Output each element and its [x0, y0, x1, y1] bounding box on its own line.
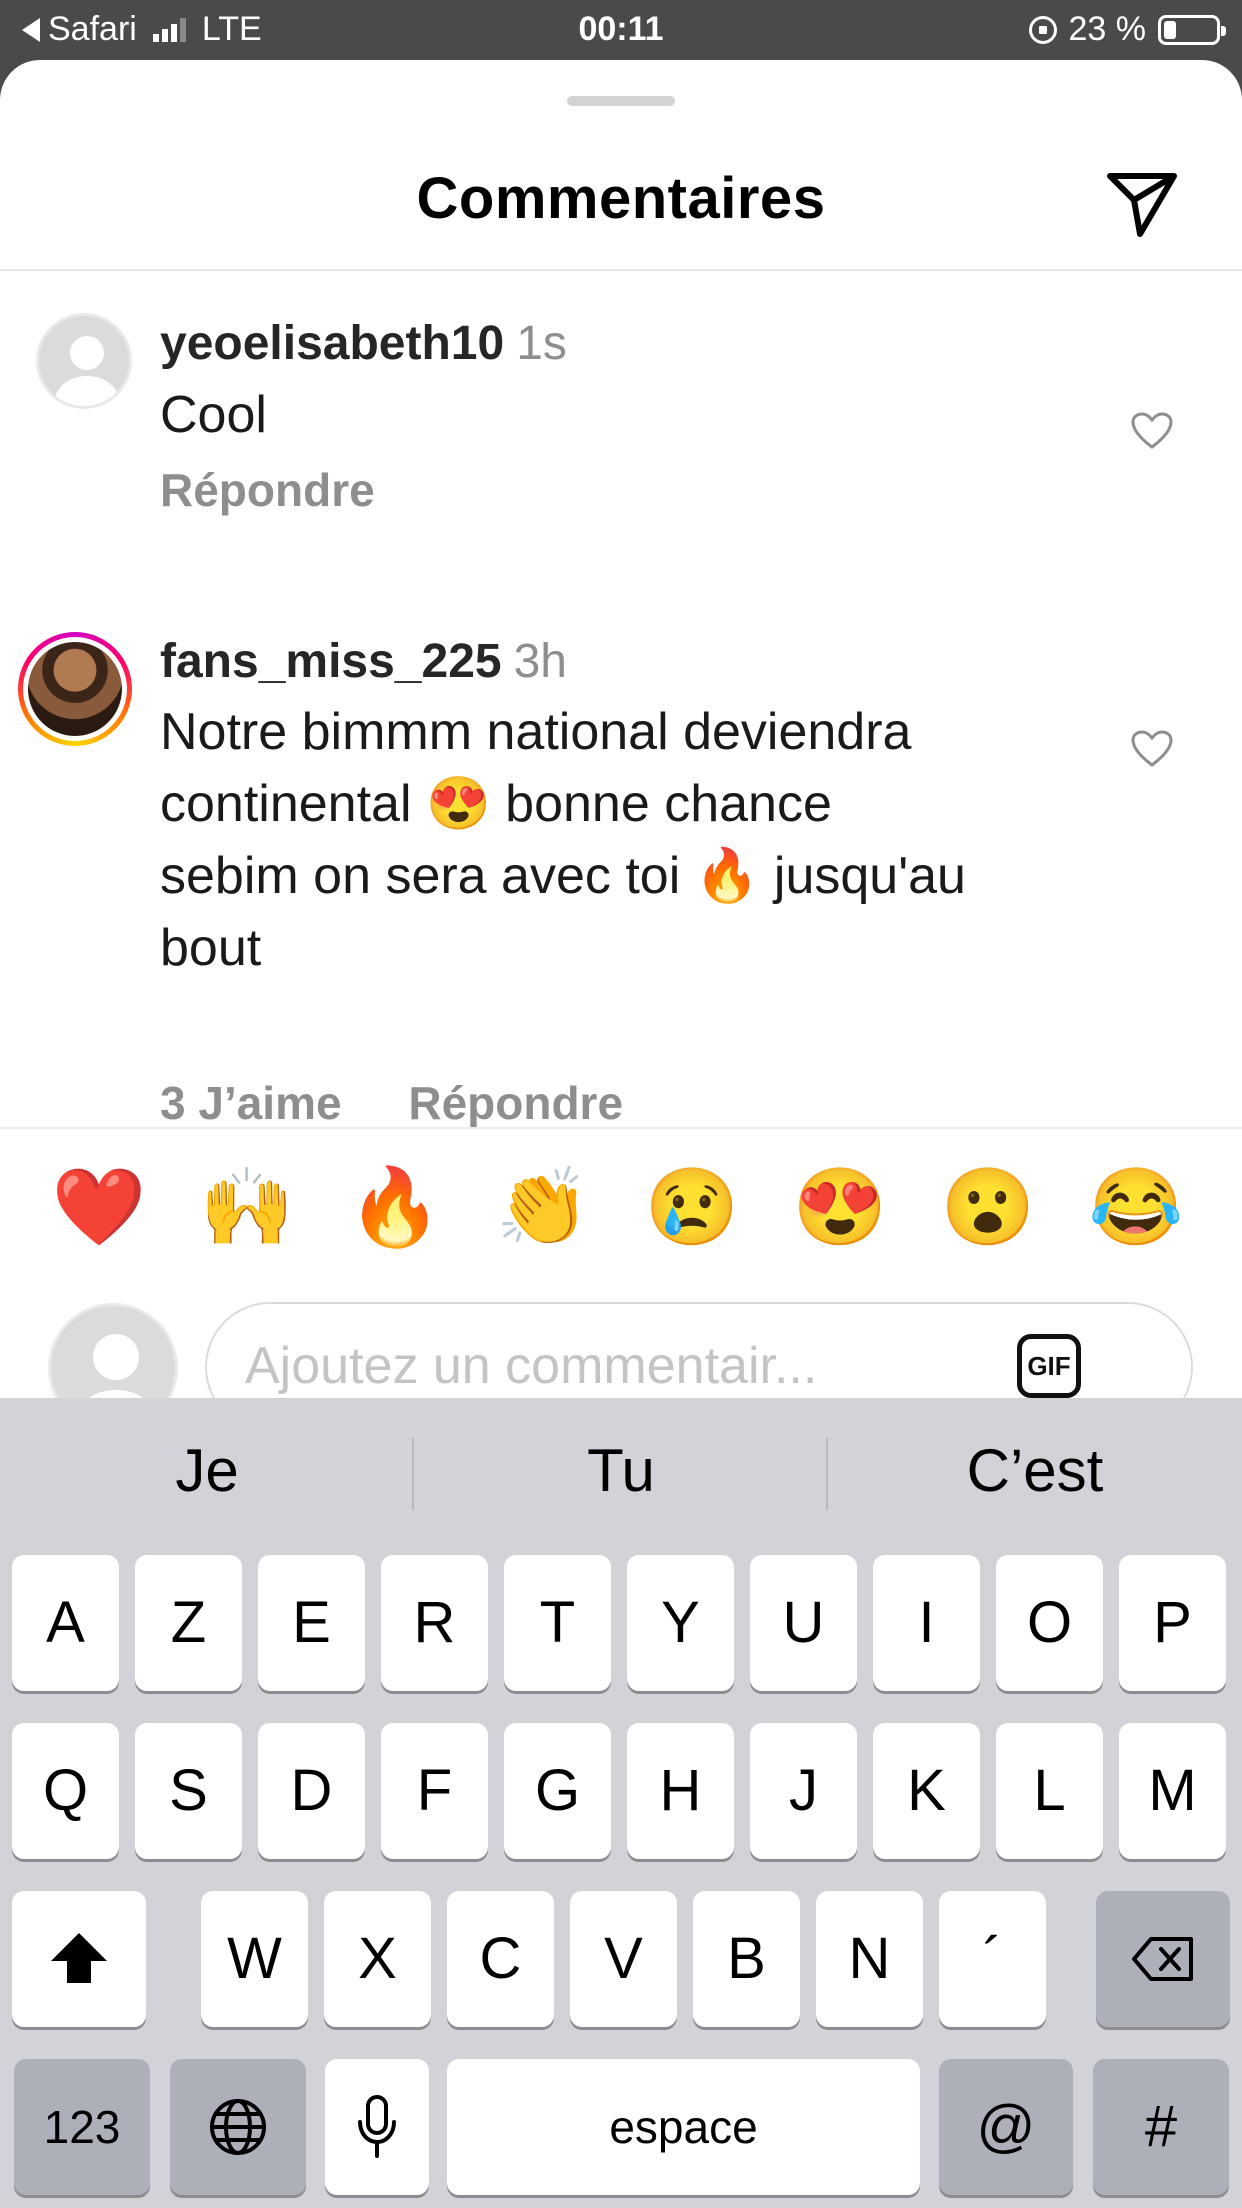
numbers-key[interactable]: 123: [14, 2059, 150, 2195]
orientation-lock-icon: [1028, 15, 1057, 44]
heart-icon[interactable]: [1130, 411, 1174, 451]
key-m[interactable]: M: [1119, 1723, 1226, 1859]
status-bar: Safari LTE 00:11 23 %: [0, 0, 1242, 60]
key-r[interactable]: R: [381, 1555, 488, 1691]
key-k[interactable]: K: [873, 1723, 980, 1859]
reply-link[interactable]: Répondre: [408, 1077, 623, 1129]
likes-count[interactable]: 3 J’aime: [160, 1077, 342, 1129]
delete-key[interactable]: [1096, 1891, 1230, 2027]
emoji-reaction-bar: ❤️ 🙌 🔥 👏 😢 😍 😮 😂: [0, 1127, 1242, 1267]
profile-photo: [28, 642, 122, 736]
comment-line: Cool: [160, 386, 267, 444]
avatar[interactable]: [36, 313, 132, 409]
avatar-with-story-ring[interactable]: [18, 632, 132, 746]
comment-item: fans_miss_225 3h Notre bimmm national dev…: [0, 632, 1242, 1132]
emoji-crying-face[interactable]: 😢: [642, 1163, 742, 1253]
comment-input[interactable]: Ajoutez un commentair... GIF: [205, 1302, 1193, 1398]
shift-arrow-icon: [51, 1933, 107, 1983]
globe-key[interactable]: [170, 2059, 306, 2195]
key-s[interactable]: S: [135, 1723, 242, 1859]
comment-text: Notre bimmm national deviendra continent…: [160, 696, 1120, 984]
comment-username[interactable]: fans_miss_225: [160, 635, 502, 688]
backspace-icon: [1132, 1937, 1193, 1981]
key-d[interactable]: D: [258, 1723, 365, 1859]
key-f[interactable]: F: [381, 1723, 488, 1859]
reply-link[interactable]: Répondre: [160, 464, 375, 516]
key-acute-accent[interactable]: ´: [939, 1891, 1046, 2027]
comment-line: continental 😍 bonne chance: [160, 775, 832, 833]
send-icon[interactable]: [1102, 168, 1182, 240]
comments-sheet: Commentaires yeoelisabeth10 1s Cool Répon…: [0, 60, 1242, 1398]
comment-line: Notre bimmm national deviendra: [160, 703, 912, 761]
dictation-key[interactable]: [325, 2059, 429, 2195]
sheet-grabber[interactable]: [567, 96, 675, 106]
key-l[interactable]: L: [996, 1723, 1103, 1859]
key-x[interactable]: X: [324, 1891, 431, 2027]
key-j[interactable]: J: [750, 1723, 857, 1859]
comment-time: 1s: [516, 317, 567, 370]
battery-percentage: 23 %: [1068, 10, 1147, 48]
key-e[interactable]: E: [258, 1555, 365, 1691]
battery-icon: [1158, 14, 1226, 45]
sheet-title: Commentaires: [416, 166, 826, 231]
emoji-surprised-face[interactable]: 😮: [938, 1163, 1038, 1253]
predictive-bar: Je Tu C’est: [0, 1398, 1242, 1548]
comment-line: sebim on sera avec toi 🔥 jusqu'au: [160, 847, 966, 905]
suggestion-3[interactable]: C’est: [828, 1436, 1242, 1505]
comment-line: bout: [160, 919, 262, 977]
hash-key[interactable]: #: [1093, 2059, 1229, 2195]
key-p[interactable]: P: [1119, 1555, 1226, 1691]
key-t[interactable]: T: [504, 1555, 611, 1691]
suggestion-2[interactable]: Tu: [414, 1436, 828, 1505]
key-y[interactable]: Y: [627, 1555, 734, 1691]
comment-text: Cool: [160, 379, 1120, 451]
keyboard: Je Tu C’est A Z E R T Y U I O P Q S D F …: [0, 1398, 1242, 2208]
emoji-tears-of-joy[interactable]: 😂: [1086, 1163, 1186, 1253]
space-key[interactable]: espace: [447, 2059, 920, 2195]
comment-composer: Ajoutez un commentair... GIF: [0, 1267, 1242, 1398]
globe-icon: [210, 2099, 266, 2155]
comment-item: yeoelisabeth10 1s Cool Répondre: [0, 313, 1242, 593]
gif-button[interactable]: GIF: [1017, 1334, 1081, 1398]
key-a[interactable]: A: [12, 1555, 119, 1691]
emoji-heart[interactable]: ❤️: [49, 1163, 149, 1253]
at-key[interactable]: @: [939, 2059, 1073, 2195]
heart-icon[interactable]: [1130, 729, 1174, 769]
header-divider: [0, 269, 1242, 271]
battery-level: [1164, 20, 1176, 39]
own-avatar: [48, 1303, 178, 1398]
key-g[interactable]: G: [504, 1723, 611, 1859]
emoji-heart-eyes[interactable]: 😍: [790, 1163, 890, 1253]
key-u[interactable]: U: [750, 1555, 857, 1691]
suggestion-1[interactable]: Je: [0, 1436, 414, 1505]
microphone-icon: [358, 2095, 396, 2158]
comment-username[interactable]: yeoelisabeth10: [160, 317, 504, 370]
key-c[interactable]: C: [447, 1891, 554, 2027]
key-b[interactable]: B: [693, 1891, 800, 2027]
comment-time: 3h: [513, 635, 567, 688]
key-v[interactable]: V: [570, 1891, 677, 2027]
key-w[interactable]: W: [201, 1891, 308, 2027]
key-q[interactable]: Q: [12, 1723, 119, 1859]
emoji-fire[interactable]: 🔥: [345, 1163, 445, 1253]
emoji-raising-hands[interactable]: 🙌: [197, 1163, 297, 1253]
key-n[interactable]: N: [816, 1891, 923, 2027]
shift-key[interactable]: [12, 1891, 146, 2027]
key-z[interactable]: Z: [135, 1555, 242, 1691]
key-h[interactable]: H: [627, 1723, 734, 1859]
key-o[interactable]: O: [996, 1555, 1103, 1691]
key-i[interactable]: I: [873, 1555, 980, 1691]
emoji-clapping-hands[interactable]: 👏: [493, 1163, 593, 1253]
comment-input-placeholder: Ajoutez un commentair...: [245, 1337, 818, 1395]
